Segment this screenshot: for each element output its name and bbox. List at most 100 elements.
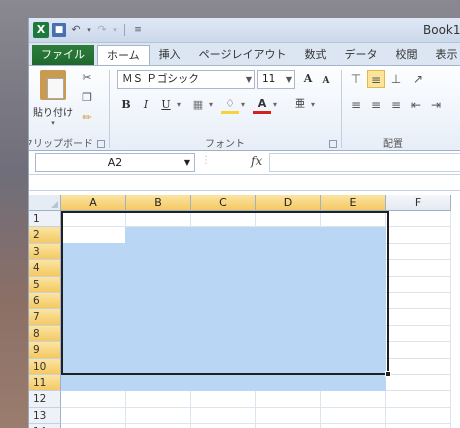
cell-d3[interactable] [256, 243, 321, 261]
grow-font-button[interactable]: A [299, 70, 317, 88]
cell-a2[interactable] [61, 227, 126, 244]
row-header-5[interactable]: 5 [29, 276, 61, 293]
cell-e11[interactable] [321, 374, 386, 392]
cell-d4[interactable] [256, 260, 321, 277]
cell-f11[interactable] [386, 374, 451, 392]
cell-d9[interactable] [256, 342, 321, 359]
row-header-9[interactable]: 9 [29, 342, 61, 359]
cell-b14[interactable] [126, 424, 191, 428]
font-name-combo[interactable]: ＭＳ Ｐゴシック ▼ [117, 70, 255, 89]
undo-dropdown-icon[interactable]: ▾ [86, 23, 92, 37]
cell-d5[interactable] [256, 276, 321, 293]
cell-b8[interactable] [126, 325, 191, 343]
column-header-d[interactable]: D [256, 195, 321, 211]
cell-b12[interactable] [126, 391, 191, 408]
fill-handle[interactable] [385, 371, 391, 377]
cell-d8[interactable] [256, 325, 321, 343]
formula-input[interactable] [269, 153, 460, 172]
cell-c10[interactable] [191, 358, 256, 375]
paste-dropdown-icon[interactable]: ▾ [33, 119, 73, 127]
font-color-button[interactable]: A [253, 96, 271, 114]
customize-qat-icon[interactable]: ≡ [131, 23, 145, 37]
fill-color-icon[interactable]: ♢ [221, 96, 239, 114]
cell-b13[interactable] [126, 407, 191, 425]
paste-button[interactable]: 貼り付け ▾ [33, 70, 73, 127]
cell-f9[interactable] [386, 342, 451, 359]
cell-d13[interactable] [256, 407, 321, 425]
cell-b9[interactable] [126, 342, 191, 359]
cell-a13[interactable] [61, 407, 126, 425]
align-left-icon[interactable]: ≡ [347, 96, 365, 114]
orientation-icon[interactable]: ↗ [409, 70, 427, 88]
redo-icon[interactable]: ↷ [95, 23, 109, 37]
cell-e2[interactable] [321, 227, 386, 244]
cell-e1[interactable] [321, 211, 386, 228]
decrease-indent-icon[interactable]: ⇤ [407, 96, 425, 114]
cell-b4[interactable] [126, 260, 191, 277]
cell-d14[interactable] [256, 424, 321, 428]
row-header-4[interactable]: 4 [29, 260, 61, 277]
fill-color-dropdown-icon[interactable]: ▾ [239, 96, 247, 114]
cell-f1[interactable] [386, 211, 451, 228]
cell-b1[interactable] [126, 211, 191, 228]
cell-b11[interactable] [126, 374, 191, 392]
cell-e8[interactable] [321, 325, 386, 343]
cell-c14[interactable] [191, 424, 256, 428]
cell-c2[interactable] [191, 227, 256, 244]
column-header-e[interactable]: E [321, 195, 386, 211]
tab-formulas[interactable]: 数式 [295, 45, 335, 65]
cell-f5[interactable] [386, 276, 451, 293]
column-header-a[interactable]: A [61, 195, 126, 211]
cut-icon[interactable]: ✂ [79, 70, 95, 86]
cell-a1[interactable] [61, 211, 126, 228]
cell-a9[interactable] [61, 342, 126, 359]
row-header-14[interactable]: 14 [29, 424, 61, 428]
undo-icon[interactable]: ↶ [69, 23, 83, 37]
cell-a7[interactable] [61, 309, 126, 326]
cell-a6[interactable] [61, 292, 126, 310]
cell-e12[interactable] [321, 391, 386, 408]
cell-f2[interactable] [386, 227, 451, 244]
cell-c3[interactable] [191, 243, 256, 261]
cell-c11[interactable] [191, 374, 256, 392]
row-header-3[interactable]: 3 [29, 243, 61, 261]
row-header-10[interactable]: 10 [29, 358, 61, 375]
column-header-b[interactable]: B [126, 195, 191, 211]
cell-f12[interactable] [386, 391, 451, 408]
borders-icon[interactable]: ▦ [189, 96, 207, 114]
cell-d10[interactable] [256, 358, 321, 375]
cell-f13[interactable] [386, 407, 451, 425]
cell-d12[interactable] [256, 391, 321, 408]
redo-dropdown-icon[interactable]: ▾ [112, 23, 118, 37]
cell-e9[interactable] [321, 342, 386, 359]
cell-f4[interactable] [386, 260, 451, 277]
cell-e4[interactable] [321, 260, 386, 277]
font-launcher-icon[interactable] [329, 140, 337, 148]
row-header-6[interactable]: 6 [29, 292, 61, 310]
worksheet-grid[interactable]: ABCDEF 1234567891011121314 [29, 195, 451, 428]
cell-a5[interactable] [61, 276, 126, 293]
phonetic-dropdown-icon[interactable]: ▾ [309, 96, 317, 114]
cell-c13[interactable] [191, 407, 256, 425]
column-header-c[interactable]: C [191, 195, 256, 211]
cell-f7[interactable] [386, 309, 451, 326]
align-middle-icon[interactable]: ≡ [367, 70, 385, 88]
cell-f10[interactable] [386, 358, 451, 375]
cell-e5[interactable] [321, 276, 386, 293]
tab-view[interactable]: 表示 [426, 45, 460, 65]
insert-function-icon[interactable]: fx [251, 154, 262, 168]
tab-file[interactable]: ファイル [32, 45, 94, 65]
cell-a14[interactable] [61, 424, 126, 428]
save-icon[interactable]: ■ [52, 23, 66, 37]
font-color-dropdown-icon[interactable]: ▾ [271, 96, 279, 114]
cell-b6[interactable] [126, 292, 191, 310]
increase-indent-icon[interactable]: ⇥ [427, 96, 445, 114]
cell-c7[interactable] [191, 309, 256, 326]
bold-button[interactable]: B [117, 96, 135, 114]
row-header-8[interactable]: 8 [29, 325, 61, 343]
shrink-font-button[interactable]: A [317, 72, 335, 90]
underline-button[interactable]: U [157, 96, 175, 114]
cell-c8[interactable] [191, 325, 256, 343]
cell-f14[interactable] [386, 424, 451, 428]
column-header-f[interactable]: F [386, 195, 451, 211]
